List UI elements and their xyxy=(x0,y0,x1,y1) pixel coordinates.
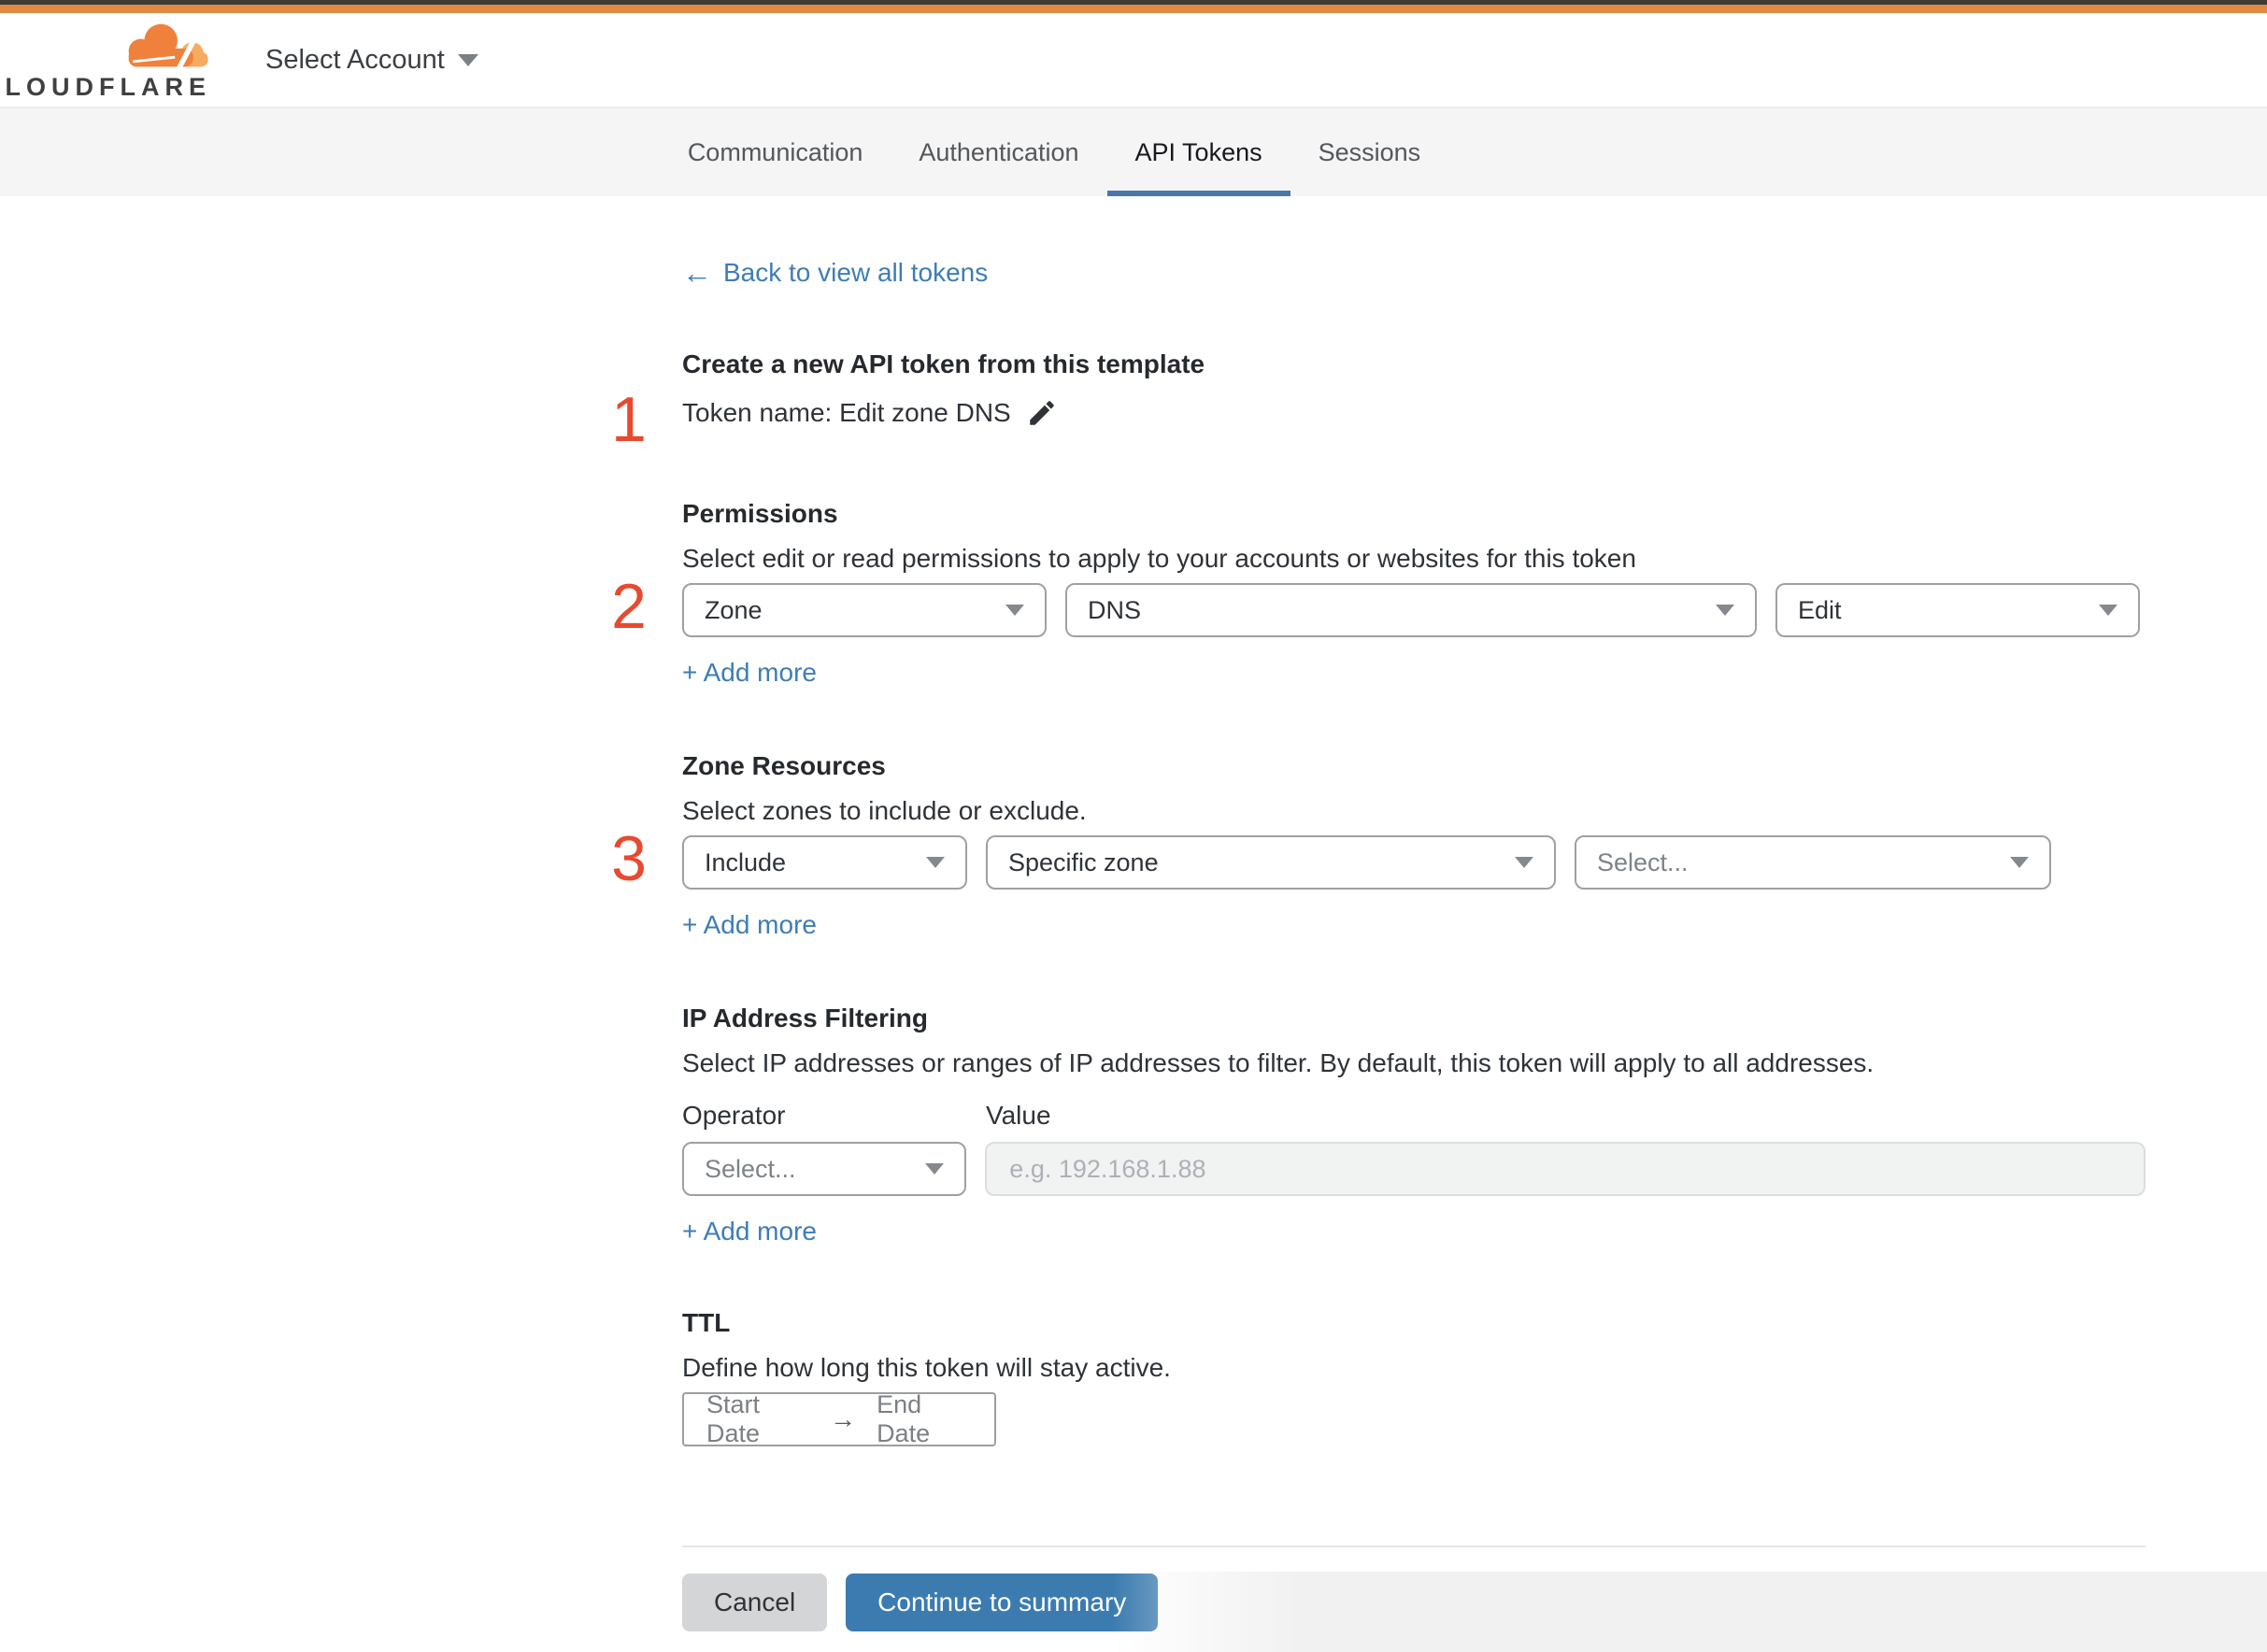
cloudflare-wordmark: CLOUDFLARE xyxy=(0,72,211,101)
edit-pencil-icon[interactable] xyxy=(1026,397,1058,429)
ttl-heading: TTL xyxy=(682,1308,731,1337)
zone-select[interactable]: Select... xyxy=(1575,835,2051,890)
ip-filtering-heading: IP Address Filtering xyxy=(682,1004,928,1032)
chevron-down-icon xyxy=(457,53,478,66)
permission-scope-select[interactable]: Zone xyxy=(682,583,1047,637)
ip-filtering-description: Select IP addresses or ranges of IP addr… xyxy=(682,1048,1875,1077)
ip-filtering-labels: Operator Value xyxy=(682,1099,2146,1132)
api-token-template-page: CLOUDFLARE Select Account Communication … xyxy=(0,0,2267,1652)
start-date-placeholder: Start Date xyxy=(706,1390,761,1447)
section-ip-filtering: IP Address Filtering Select IP addresses… xyxy=(682,1002,2146,1246)
ip-value-input[interactable] xyxy=(985,1142,2146,1196)
back-arrow-icon: ← xyxy=(682,256,712,290)
ip-operator-select[interactable]: Select... xyxy=(682,1142,967,1196)
permissions-add-more-link[interactable]: + Add more xyxy=(682,658,817,688)
cancel-button[interactable]: Cancel xyxy=(682,1574,828,1631)
zone-resources-row: 3 Include Specific zone Select... xyxy=(611,827,2146,890)
brand-orange-bar xyxy=(0,5,2267,13)
operator-label: Operator xyxy=(682,1101,786,1130)
permissions-row: 2 Zone DNS Edit xyxy=(611,575,2146,638)
footer-actions: Cancel Continue to summary xyxy=(682,1574,2146,1631)
back-to-tokens-link[interactable]: ← Back to view all tokens xyxy=(682,258,988,288)
ttl-date-range-input[interactable]: Start Date → End Date xyxy=(682,1390,996,1447)
permission-access-select[interactable]: Edit xyxy=(1775,583,2140,637)
chevron-down-icon xyxy=(2010,857,2029,868)
value-label: Value xyxy=(986,1101,1051,1130)
permission-resource-select[interactable]: DNS xyxy=(1065,583,1757,637)
back-link-label: Back to view all tokens xyxy=(723,258,989,287)
chevron-down-icon xyxy=(1716,605,1734,616)
tab-communication[interactable]: Communication xyxy=(660,108,891,196)
chevron-down-icon xyxy=(1515,857,1533,868)
cloudflare-logo[interactable]: CLOUDFLARE xyxy=(0,21,211,100)
permissions-description: Select edit or read permissions to apply… xyxy=(682,544,1636,573)
tab-sessions[interactable]: Sessions xyxy=(1290,108,1449,196)
zone-type-select[interactable]: Specific zone xyxy=(986,835,1556,890)
permissions-heading: Permissions xyxy=(682,499,838,528)
profile-tabbar: Communication Authentication API Tokens … xyxy=(0,107,2267,196)
step-number-3: 3 xyxy=(611,823,647,894)
token-name-text: Token name: Edit zone DNS xyxy=(682,398,1011,427)
right-arrow-icon: → xyxy=(830,1404,857,1433)
chevron-down-icon xyxy=(926,857,945,868)
chevron-down-icon xyxy=(925,1163,945,1175)
zone-resources-add-more-link[interactable]: + Add more xyxy=(682,910,817,940)
footer-divider xyxy=(682,1545,2146,1547)
section-permissions: Permissions Select edit or read permissi… xyxy=(611,497,2146,688)
ip-filtering-add-more-link[interactable]: + Add more xyxy=(682,1217,817,1246)
template-heading: Create a new API token from this templat… xyxy=(682,349,1205,378)
step-number-1: 1 xyxy=(611,384,647,455)
section-ttl: TTL Define how long this token will stay… xyxy=(682,1306,2146,1447)
ttl-description: Define how long this token will stay act… xyxy=(682,1353,1171,1382)
zone-resources-description: Select zones to include or exclude. xyxy=(682,796,1087,825)
ip-filtering-row: Select... xyxy=(682,1142,2146,1196)
cloudflare-cloud-icon xyxy=(128,23,208,71)
zone-resources-heading: Zone Resources xyxy=(682,751,886,780)
tab-authentication[interactable]: Authentication xyxy=(891,108,1106,196)
chevron-down-icon xyxy=(2099,605,2117,616)
end-date-placeholder: End Date xyxy=(877,1390,931,1447)
token-name-line: 1 Token name: Edit zone DNS xyxy=(611,388,2146,451)
account-selector-label: Select Account xyxy=(265,44,445,75)
tab-api-tokens[interactable]: API Tokens xyxy=(1106,108,1290,196)
zone-mode-select[interactable]: Include xyxy=(682,835,967,890)
token-form: ← Back to view all tokens Create a new A… xyxy=(611,196,2146,1631)
step-number-2: 2 xyxy=(611,571,647,642)
tab-row: Communication Authentication API Tokens … xyxy=(660,108,1448,196)
chevron-down-icon xyxy=(1005,605,1024,616)
account-selector[interactable]: Select Account xyxy=(265,45,478,76)
section-token-template: Create a new API token from this templat… xyxy=(611,348,2146,451)
continue-to-summary-button[interactable]: Continue to summary xyxy=(846,1574,1159,1631)
app-header: CLOUDFLARE Select Account xyxy=(0,13,2267,107)
section-zone-resources: Zone Resources Select zones to include o… xyxy=(611,749,2146,940)
